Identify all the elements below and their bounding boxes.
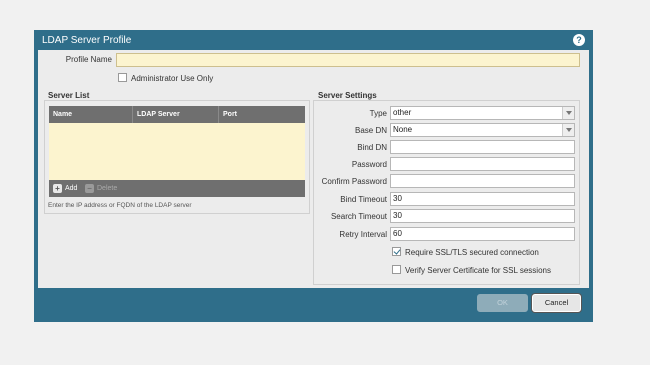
password-input[interactable]: [390, 157, 575, 171]
base-dn-select-value: None: [393, 125, 413, 134]
search-timeout-label: Search Timeout: [330, 212, 387, 221]
dialog-titlebar: LDAP Server Profile ?: [34, 30, 593, 50]
type-select-value: other: [393, 108, 412, 117]
delete-server-label: Delete: [97, 185, 118, 192]
chevron-down-icon: [562, 124, 574, 136]
admin-use-only-label: Administrator Use Only: [131, 74, 214, 83]
type-select[interactable]: other: [390, 106, 575, 120]
help-icon[interactable]: ?: [573, 34, 585, 46]
base-dn-select[interactable]: None: [390, 123, 575, 137]
delete-server-button[interactable]: − Delete: [85, 183, 117, 194]
column-header-ldap-server[interactable]: LDAP Server: [133, 106, 219, 123]
password-label: Password: [351, 160, 387, 169]
bind-timeout-input[interactable]: 30: [390, 192, 575, 206]
bind-dn-label: Bind DN: [357, 143, 387, 152]
retry-interval-input[interactable]: 60: [390, 227, 575, 241]
chevron-down-icon: [562, 107, 574, 119]
plus-icon: +: [53, 184, 62, 193]
add-server-button[interactable]: + Add: [53, 183, 77, 194]
server-list-grid-body[interactable]: [49, 123, 305, 180]
profile-name-input[interactable]: [116, 53, 580, 67]
server-list-title: Server List: [48, 91, 90, 100]
base-dn-label: Base DN: [354, 126, 387, 135]
admin-use-only-checkbox[interactable]: [118, 73, 127, 82]
require-ssl-checkbox[interactable]: [392, 247, 401, 256]
bind-dn-input[interactable]: [390, 140, 575, 154]
dialog-title: LDAP Server Profile: [42, 35, 132, 46]
confirm-password-label: Confirm Password: [321, 177, 387, 186]
column-header-name[interactable]: Name: [49, 106, 133, 123]
search-timeout-input[interactable]: 30: [390, 209, 575, 223]
column-header-port[interactable]: Port: [219, 106, 305, 123]
retry-interval-label: Retry Interval: [339, 230, 387, 239]
bind-timeout-label: Bind Timeout: [340, 195, 387, 204]
type-label: Type: [369, 109, 387, 118]
profile-name-label: Profile Name: [65, 55, 112, 64]
server-list-grid-header: Name LDAP Server Port: [49, 106, 305, 123]
confirm-password-input[interactable]: [390, 174, 575, 188]
cancel-button[interactable]: Cancel: [532, 294, 581, 312]
verify-cert-label: Verify Server Certificate for SSL sessio…: [405, 266, 551, 275]
server-list-toolbar: + Add − Delete: [49, 180, 305, 197]
verify-cert-checkbox[interactable]: [392, 265, 401, 274]
ok-button[interactable]: OK: [477, 294, 528, 312]
server-list-hint: Enter the IP address or FQDN of the LDAP…: [48, 202, 192, 209]
add-server-label: Add: [65, 185, 78, 192]
server-settings-title: Server Settings: [318, 91, 377, 100]
require-ssl-label: Require SSL/TLS secured connection: [405, 248, 539, 257]
minus-icon: −: [85, 184, 94, 193]
